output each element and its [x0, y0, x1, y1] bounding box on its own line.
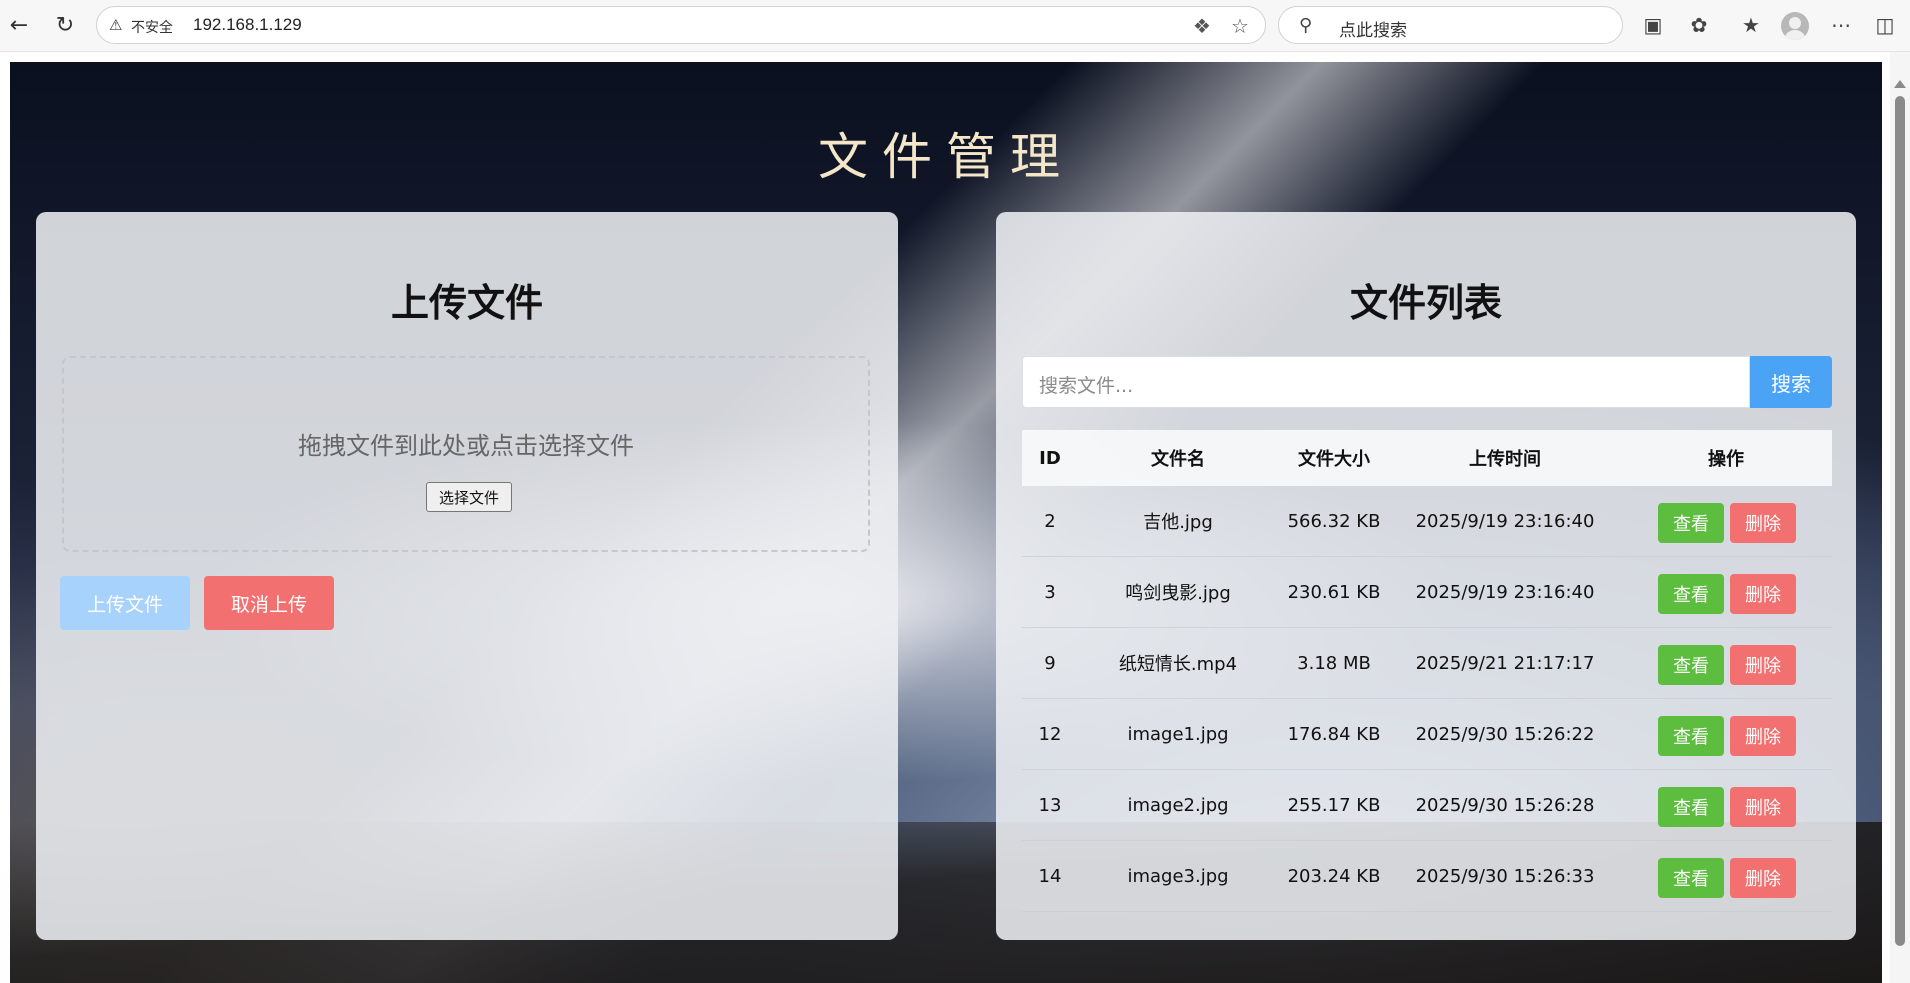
cell-time: 2025/9/30 15:26:28	[1415, 794, 1595, 816]
column-header-size: 文件大小	[1298, 449, 1370, 470]
security-label: 不安全	[131, 20, 173, 36]
delete-button[interactable]: 删除	[1730, 574, 1796, 614]
more-menu-icon[interactable]: ⋯	[1826, 10, 1856, 40]
cell-name: 吉他.jpg	[1143, 512, 1213, 533]
table-header: ID 文件名 文件大小 上传时间 操作	[1022, 430, 1832, 486]
upload-panel: 上传文件 拖拽文件到此处或点击选择文件 选择文件 上传文件 取消上传	[36, 212, 898, 940]
cell-size: 230.61 KB	[1287, 581, 1381, 603]
view-button[interactable]: 查看	[1658, 858, 1724, 898]
column-header-time: 上传时间	[1469, 449, 1541, 470]
cell-id: 14	[1038, 865, 1062, 887]
cell-size: 566.32 KB	[1287, 510, 1381, 532]
table-row: 14 image3.jpg 203.24 KB 2025/9/30 15:26:…	[1022, 841, 1832, 912]
reload-icon[interactable]: ↻	[50, 10, 80, 40]
search-icon: ⚲	[1299, 15, 1313, 36]
upload-heading: 上传文件	[390, 281, 543, 325]
table-row: 3 鸣剑曳影.jpg 230.61 KB 2025/9/19 23:16:40 …	[1022, 557, 1832, 628]
file-list-panel: 文件列表 搜索文件... 搜索 ID 文件名 文件大小 上传时间 操作 2 吉他…	[996, 212, 1856, 940]
cell-name: 纸短情长.mp4	[1118, 654, 1238, 675]
delete-button[interactable]: 删除	[1730, 716, 1796, 756]
table-row: 9 纸短情长.mp4 3.18 MB 2025/9/21 21:17:17 查看…	[1022, 628, 1832, 699]
column-header-id: ID	[1039, 447, 1061, 469]
page-scrollbar[interactable]	[1890, 52, 1910, 983]
view-button[interactable]: 查看	[1658, 787, 1724, 827]
cell-name: image2.jpg	[1127, 794, 1229, 816]
file-list-heading: 文件列表	[1349, 281, 1502, 325]
extensions-puzzle-icon[interactable]: ✿	[1684, 10, 1714, 40]
delete-button[interactable]: 删除	[1730, 645, 1796, 685]
file-dropzone[interactable]: 拖拽文件到此处或点击选择文件 选择文件	[62, 356, 870, 552]
cell-id: 12	[1038, 723, 1062, 745]
cell-time: 2025/9/19 23:16:40	[1415, 581, 1595, 603]
favorite-star-icon[interactable]: ☆	[1231, 14, 1249, 38]
browser-toolbar: ← ↻ ⚠ 不安全 192.168.1.129 ❖ ☆ ⚲ 点此搜索 ▣ ✿ ★…	[0, 0, 1910, 52]
scrollbar-thumb[interactable]	[1895, 96, 1905, 946]
scroll-up-icon[interactable]	[1894, 80, 1906, 88]
cell-name: image3.jpg	[1127, 865, 1229, 887]
choose-file-button[interactable]: 选择文件	[426, 482, 512, 512]
delete-button[interactable]: 删除	[1730, 787, 1796, 827]
view-button[interactable]: 查看	[1658, 716, 1724, 756]
cell-id: 13	[1038, 794, 1062, 816]
favorites-icon[interactable]: ★	[1736, 10, 1766, 40]
back-icon[interactable]: ←	[4, 10, 34, 40]
page-viewport: 文件管理 上传文件 拖拽文件到此处或点击选择文件 选择文件 上传文件 取消上传 …	[10, 62, 1882, 983]
delete-button[interactable]: 删除	[1730, 858, 1796, 898]
upload-button[interactable]: 上传文件	[60, 576, 190, 630]
page-title: 文件管理	[818, 128, 1074, 186]
column-header-actions: 操作	[1708, 449, 1744, 470]
cell-id: 2	[1044, 510, 1056, 532]
cell-time: 2025/9/19 23:16:40	[1415, 510, 1595, 532]
cell-time: 2025/9/21 21:17:17	[1415, 652, 1595, 674]
cell-size: 255.17 KB	[1287, 794, 1381, 816]
cell-time: 2025/9/30 15:26:33	[1415, 865, 1595, 887]
delete-button[interactable]: 删除	[1730, 503, 1796, 543]
cell-name: image1.jpg	[1127, 723, 1229, 745]
column-header-name: 文件名	[1151, 449, 1205, 470]
table-row: 13 image2.jpg 255.17 KB 2025/9/30 15:26:…	[1022, 770, 1832, 841]
profile-avatar[interactable]	[1781, 12, 1809, 40]
cell-id: 9	[1044, 652, 1056, 674]
table-row: 12 image1.jpg 176.84 KB 2025/9/30 15:26:…	[1022, 699, 1832, 770]
address-bar[interactable]: ⚠ 不安全 192.168.1.129 ❖ ☆	[96, 6, 1266, 44]
read-aloud-icon[interactable]: ❖	[1193, 14, 1211, 38]
warning-icon: ⚠	[109, 16, 123, 34]
table-row: 2 吉他.jpg 566.32 KB 2025/9/19 23:16:40 查看…	[1022, 486, 1832, 557]
cell-name: 鸣剑曳影.jpg	[1125, 583, 1231, 604]
cell-size: 3.18 MB	[1297, 652, 1371, 674]
file-search-button[interactable]: 搜索	[1750, 356, 1832, 408]
file-search-placeholder: 搜索文件...	[1039, 375, 1134, 397]
extension-app-icon[interactable]: ▣	[1638, 10, 1668, 40]
cell-size: 203.24 KB	[1287, 865, 1381, 887]
cancel-upload-button[interactable]: 取消上传	[204, 576, 334, 630]
cell-id: 3	[1044, 581, 1056, 603]
browser-search-box[interactable]: ⚲ 点此搜索	[1278, 6, 1623, 44]
file-table: ID 文件名 文件大小 上传时间 操作 2 吉他.jpg 566.32 KB 2…	[1022, 430, 1832, 912]
view-button[interactable]: 查看	[1658, 574, 1724, 614]
sidebar-toggle-icon[interactable]: ◫	[1870, 10, 1900, 40]
view-button[interactable]: 查看	[1658, 503, 1724, 543]
file-search-input[interactable]: 搜索文件...	[1022, 356, 1750, 408]
cell-size: 176.84 KB	[1287, 723, 1381, 745]
dropzone-text: 拖拽文件到此处或点击选择文件	[298, 432, 634, 460]
view-button[interactable]: 查看	[1658, 645, 1724, 685]
browser-search-placeholder: 点此搜索	[1339, 21, 1407, 41]
cell-time: 2025/9/30 15:26:22	[1415, 723, 1595, 745]
url-text[interactable]: 192.168.1.129	[193, 15, 302, 35]
